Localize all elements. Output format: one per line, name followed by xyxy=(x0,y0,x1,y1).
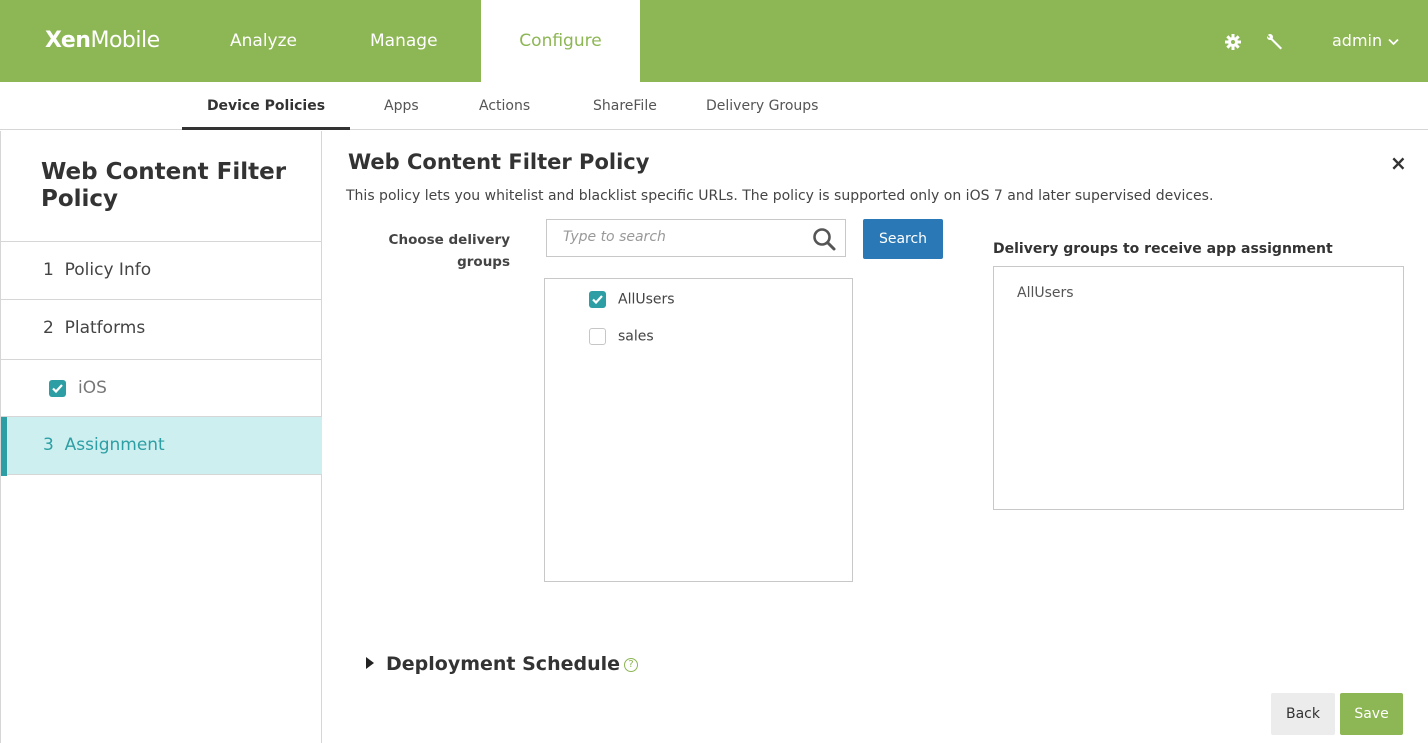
step-policy-info[interactable]: 1 Policy Info xyxy=(1,241,322,298)
nav-manage[interactable]: Manage xyxy=(370,0,438,82)
page-description: This policy lets you whitelist and black… xyxy=(346,188,1214,204)
receive-groups-list: AllUsers xyxy=(993,266,1404,510)
xenmobile-logo[interactable]: XenMobile xyxy=(45,28,160,53)
tab-apps[interactable]: Apps xyxy=(384,82,419,130)
step-assignment[interactable]: 3 Assignment xyxy=(1,416,322,476)
checkbox-checked-icon[interactable] xyxy=(49,379,66,397)
step-label: 1 Policy Info xyxy=(43,260,152,280)
help-icon[interactable]: ? xyxy=(624,657,639,672)
tab-sharefile[interactable]: ShareFile xyxy=(593,82,657,130)
step-label: 3 Assignment xyxy=(43,435,165,455)
policy-steps-sidebar: Web Content Filter Policy 1 Policy Info … xyxy=(0,131,322,743)
back-button[interactable]: Back xyxy=(1271,693,1335,735)
search-button[interactable]: Search xyxy=(863,219,943,259)
active-step-marker xyxy=(1,417,7,476)
checkbox-checked-icon[interactable] xyxy=(589,291,606,308)
search-field xyxy=(546,219,846,257)
label-line: Choose delivery xyxy=(388,232,510,248)
platform-ios[interactable]: iOS xyxy=(1,359,322,416)
list-item[interactable]: AllUsers xyxy=(589,291,675,308)
step-platforms[interactable]: 2 Platforms xyxy=(1,299,322,356)
gear-icon[interactable] xyxy=(1224,33,1242,51)
step-label: 2 Platforms xyxy=(43,318,146,338)
user-name: admin xyxy=(1332,31,1383,50)
tab-delivery-groups[interactable]: Delivery Groups xyxy=(706,82,818,130)
tab-actions[interactable]: Actions xyxy=(479,82,530,130)
platform-label: iOS xyxy=(78,378,107,398)
nav-configure[interactable]: Configure xyxy=(481,0,640,82)
user-menu[interactable]: admin xyxy=(1332,0,1399,82)
deployment-schedule-toggle[interactable]: Deployment Schedule? xyxy=(366,653,639,675)
top-navigation-bar: XenMobile Analyze Manage Configure admin xyxy=(0,0,1428,82)
list-item[interactable]: sales xyxy=(589,328,654,345)
caret-right-icon xyxy=(366,656,374,669)
checkbox-unchecked-icon[interactable] xyxy=(589,328,606,345)
chevron-down-icon xyxy=(1388,0,1399,82)
choose-delivery-groups-label: Choose delivery groups xyxy=(380,229,510,273)
delivery-groups-list: AllUsers sales xyxy=(544,278,853,582)
wrench-icon[interactable] xyxy=(1266,33,1284,51)
save-button[interactable]: Save xyxy=(1340,693,1403,735)
search-icon[interactable] xyxy=(811,226,837,252)
nav-analyze[interactable]: Analyze xyxy=(230,0,297,82)
search-input[interactable] xyxy=(563,229,793,245)
tab-device-policies[interactable]: Device Policies xyxy=(182,82,350,130)
page-title: Web Content Filter Policy xyxy=(348,150,650,174)
receive-groups-label: Delivery groups to receive app assignmen… xyxy=(993,241,1333,257)
label-line: groups xyxy=(457,254,510,270)
sidebar-title: Web Content Filter Policy xyxy=(41,159,287,212)
deployment-schedule-label: Deployment Schedule xyxy=(386,653,621,675)
close-icon[interactable]: × xyxy=(1390,151,1407,175)
sub-navigation: Device Policies Apps Actions ShareFile D… xyxy=(0,82,1428,130)
list-item: AllUsers xyxy=(1017,285,1074,301)
group-label: AllUsers xyxy=(618,291,675,308)
group-label: sales xyxy=(618,328,654,345)
